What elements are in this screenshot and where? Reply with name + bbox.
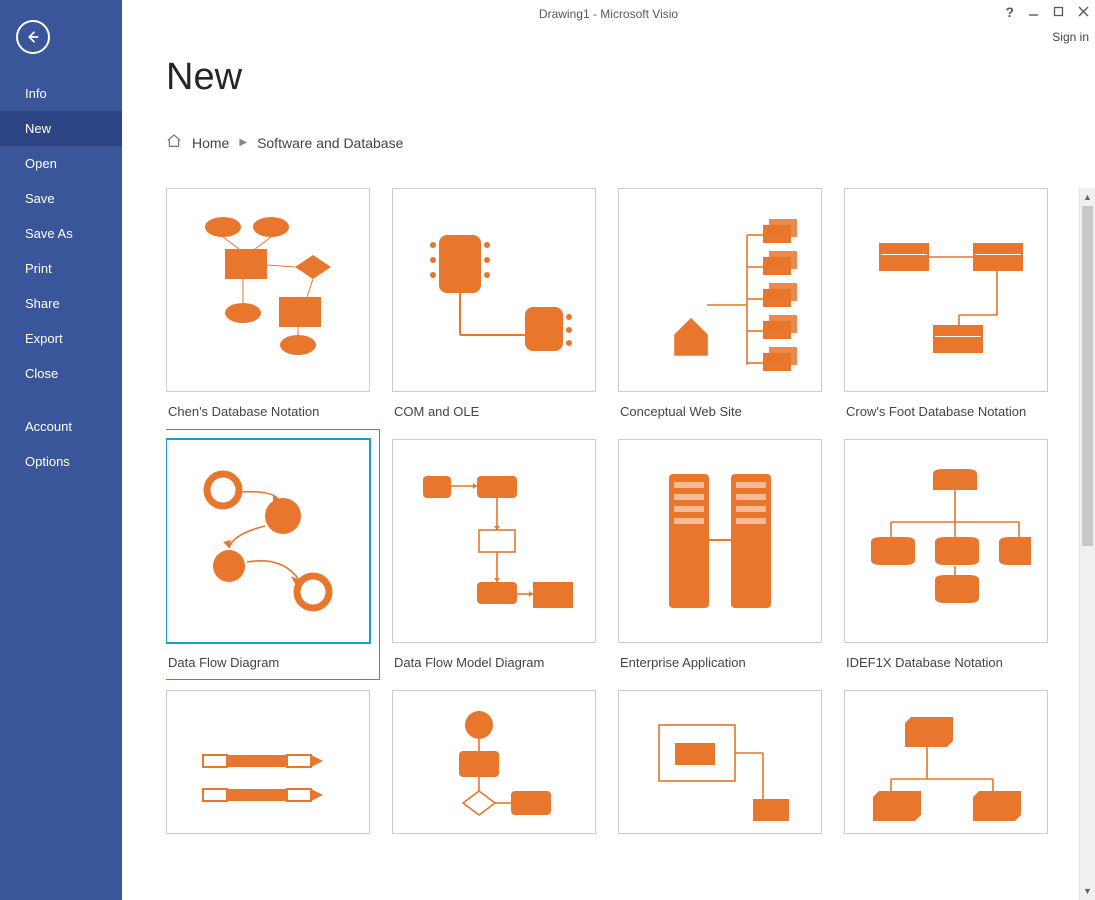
close-button[interactable] [1078, 4, 1089, 20]
nav-info[interactable]: Info [0, 76, 122, 111]
crow-icon [861, 205, 1031, 375]
nav-account[interactable]: Account [0, 409, 122, 444]
template-thumbnail [166, 188, 370, 392]
template-data-flow-model-diagram[interactable]: Data Flow Model Diagram [392, 439, 596, 670]
template-label: IDEF1X Database Notation [844, 655, 1048, 670]
template-thumbnail [618, 690, 822, 834]
back-arrow-icon [24, 28, 42, 46]
template-com-and-ole[interactable]: COM and OLE [392, 188, 596, 419]
window-title: Drawing1 - Microsoft Visio [539, 7, 678, 21]
jackson-icon [409, 703, 579, 823]
template-label: COM and OLE [392, 404, 596, 419]
breadcrumb: Home ▶ Software and Database [166, 133, 1095, 152]
minimize-icon [1028, 6, 1039, 17]
scroll-up-button[interactable]: ▲ [1080, 188, 1095, 206]
itil-icon [183, 703, 353, 823]
template-row3-a[interactable] [166, 690, 370, 834]
template-thumbnail [844, 188, 1048, 392]
signin-link[interactable]: Sign in [1052, 30, 1089, 44]
gallery-scrollbar[interactable]: ▲ ▼ [1079, 188, 1095, 900]
nav-options[interactable]: Options [0, 444, 122, 479]
window-controls: ? [1005, 4, 1089, 20]
template-gallery: Chen's Database Notation [166, 188, 1095, 854]
template-row3-c[interactable] [618, 690, 822, 834]
orm-icon [861, 703, 1031, 823]
content-area: New Home ▶ Software and Database [122, 28, 1095, 900]
nav-share[interactable]: Share [0, 286, 122, 321]
back-button[interactable] [16, 20, 50, 54]
template-enterprise-application[interactable]: Enterprise Application [618, 439, 822, 670]
template-crows-foot-database-notation[interactable]: Crow's Foot Database Notation [844, 188, 1048, 419]
titlebar: Drawing1 - Microsoft Visio ? [122, 0, 1095, 28]
template-idef1x-database-notation[interactable]: IDEF1X Database Notation [844, 439, 1048, 670]
servers-icon [635, 456, 805, 626]
scroll-down-button[interactable]: ▼ [1080, 882, 1095, 900]
template-label: Enterprise Application [618, 655, 822, 670]
template-label: Data Flow Diagram [166, 655, 370, 670]
maximize-button[interactable] [1053, 4, 1064, 20]
backstage-sidebar: Info New Open Save Save As Print Share E… [0, 0, 122, 900]
main-panel: Drawing1 - Microsoft Visio ? Sign in New [122, 0, 1095, 900]
template-data-flow-diagram[interactable]: Data Flow Diagram [166, 439, 370, 670]
nav-open[interactable]: Open [0, 146, 122, 181]
nav-save[interactable]: Save [0, 181, 122, 216]
home-icon [166, 133, 182, 152]
template-thumbnail [392, 188, 596, 392]
nav-print[interactable]: Print [0, 251, 122, 286]
lds-icon [635, 703, 805, 823]
chen-icon [183, 205, 353, 375]
template-label: Crow's Foot Database Notation [844, 404, 1048, 419]
template-label: Conceptual Web Site [618, 404, 822, 419]
maximize-icon [1053, 6, 1064, 17]
scroll-thumb[interactable] [1082, 206, 1093, 546]
template-label: Data Flow Model Diagram [392, 655, 596, 670]
template-row3-d[interactable] [844, 690, 1048, 834]
close-icon [1078, 6, 1089, 17]
webmap-icon [635, 205, 805, 375]
nav-close[interactable]: Close [0, 356, 122, 391]
template-thumbnail [166, 690, 370, 834]
page-title: New [166, 56, 1095, 99]
com-icon [409, 205, 579, 375]
dfmd-icon [409, 456, 579, 626]
template-label: Chen's Database Notation [166, 404, 370, 419]
breadcrumb-home[interactable]: Home [192, 135, 229, 151]
template-chens-database-notation[interactable]: Chen's Database Notation [166, 188, 370, 419]
template-thumbnail [844, 439, 1048, 643]
template-thumbnail [166, 439, 370, 643]
template-thumbnail [844, 690, 1048, 834]
breadcrumb-current: Software and Database [257, 135, 403, 151]
nav-new[interactable]: New [0, 111, 122, 146]
template-thumbnail [618, 188, 822, 392]
template-row3-b[interactable] [392, 690, 596, 834]
minimize-button[interactable] [1028, 4, 1039, 20]
chevron-right-icon: ▶ [239, 137, 247, 148]
nav-save-as[interactable]: Save As [0, 216, 122, 251]
help-button[interactable]: ? [1005, 4, 1014, 20]
template-thumbnail [392, 690, 596, 834]
dfd-icon [183, 456, 353, 626]
template-thumbnail [618, 439, 822, 643]
idef1x-icon [861, 456, 1031, 626]
template-thumbnail [392, 439, 596, 643]
template-conceptual-web-site[interactable]: Conceptual Web Site [618, 188, 822, 419]
nav-export[interactable]: Export [0, 321, 122, 356]
